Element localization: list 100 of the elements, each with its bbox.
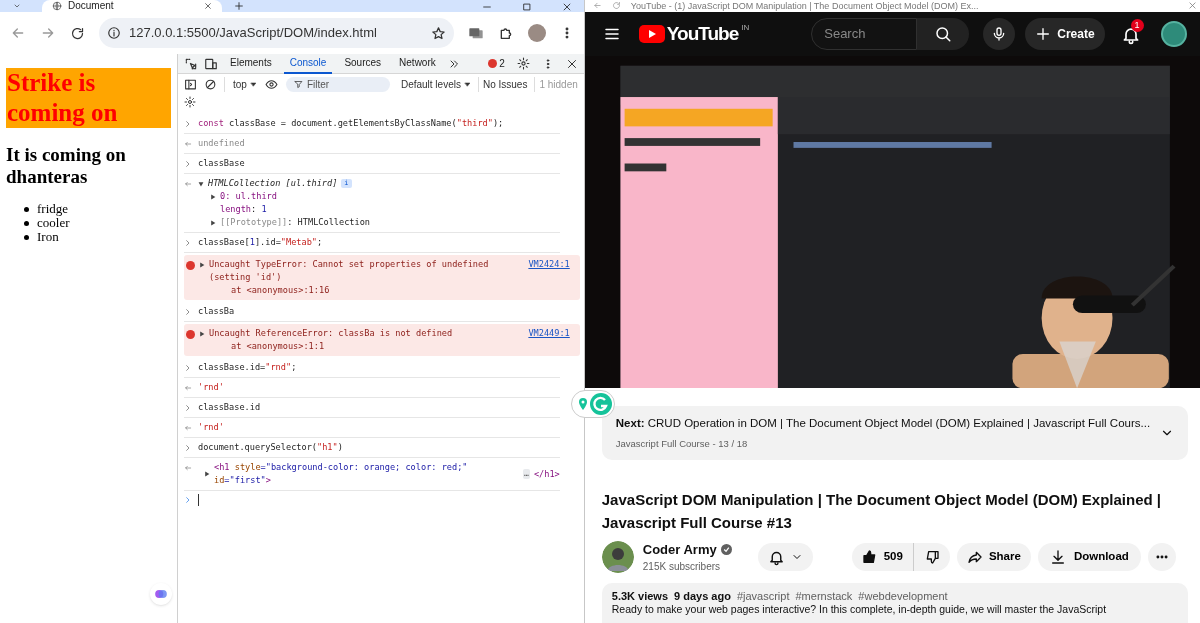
list-item: Iron [37, 230, 59, 244]
source-link[interactable]: VM2449:1 [528, 327, 570, 340]
plus-icon[interactable] [234, 1, 244, 11]
subscription-button[interactable] [757, 543, 813, 571]
tree-property: [[Prototype]]: HTMLCollection [220, 216, 371, 229]
tree-property: 0: ul.third [220, 190, 277, 203]
close-icon[interactable] [565, 57, 578, 70]
inspect-icon[interactable] [184, 56, 198, 71]
create-button[interactable]: Create [1025, 17, 1105, 50]
source-link[interactable]: VM2424:1 [528, 258, 570, 271]
download-icon [1049, 549, 1066, 565]
eye-icon[interactable] [263, 77, 279, 91]
error-message: Uncaught TypeError: Cannot set properties of undefined (setting 'id') [209, 259, 489, 282]
console-result: HTMLCollection [ul.third] [208, 177, 338, 190]
error-icon [186, 330, 195, 339]
browser-tab[interactable]: Document [42, 0, 222, 12]
devtools-tab[interactable]: Network [393, 53, 442, 74]
tree-property: length: 1 [220, 203, 267, 216]
grammarly-icon [589, 393, 612, 415]
view-count: 5.3K views [611, 589, 669, 603]
prompt-icon [184, 160, 192, 168]
media-icon[interactable] [467, 25, 484, 41]
account-avatar[interactable] [1161, 20, 1188, 47]
play-logo-icon[interactable] [638, 24, 665, 43]
levels-dropdown[interactable]: Default levels [400, 76, 471, 92]
devtools-tab[interactable]: Elements [224, 53, 278, 74]
youtube-logo[interactable]: YouTube [666, 21, 739, 46]
settings-icon[interactable] [516, 57, 530, 70]
result-arrow-icon [184, 180, 192, 188]
console-command-text: document.querySelector("h1") [198, 441, 343, 454]
error-counter[interactable]: 2 [488, 56, 505, 71]
channel-name[interactable]: Coder Army [642, 539, 717, 560]
reload-icon[interactable] [70, 25, 85, 41]
ellipsis-button[interactable]: … [523, 469, 530, 479]
bullet-icon [24, 234, 29, 240]
caret-icon [463, 80, 471, 88]
console-command-text: const classBase = document.getElementsByClassName("third"); [198, 117, 504, 130]
devtools-tab[interactable]: Console [283, 53, 333, 74]
channel-avatar[interactable] [601, 541, 634, 573]
hashtag-link[interactable]: #mernstack [795, 589, 853, 603]
device-icon[interactable] [204, 56, 218, 71]
error-message: Uncaught ReferenceError: classBa is not defined [209, 328, 453, 338]
more-button[interactable] [1147, 543, 1176, 571]
globe-icon [52, 1, 62, 11]
console-result: undefined [198, 137, 245, 150]
info-icon[interactable] [107, 26, 121, 40]
hashtag-link[interactable]: #javascript [736, 589, 790, 603]
download-button[interactable]: Download [1037, 543, 1141, 571]
hashtag-link[interactable]: #webdevelopment [858, 589, 948, 603]
profile-avatar[interactable] [527, 24, 546, 42]
expand-icon[interactable] [199, 262, 205, 268]
prompt-icon [184, 364, 192, 372]
clear-icon[interactable] [204, 77, 217, 91]
page-heading: Strike is coming on [6, 68, 171, 128]
expand-icon[interactable] [210, 193, 216, 200]
prompt-icon [184, 496, 192, 504]
closing-tag: </h1> [533, 467, 560, 481]
prompt-icon [184, 120, 192, 128]
close-icon[interactable] [204, 2, 212, 10]
sidebar-icon[interactable] [184, 77, 197, 91]
caret-icon [249, 80, 257, 88]
back-icon[interactable] [10, 25, 26, 41]
issues-label[interactable]: No Issues [477, 76, 528, 92]
expand-icon[interactable] [199, 331, 205, 337]
expand-icon[interactable] [210, 219, 216, 226]
video-description: Ready to make your web pages interactive? In this complete, in-depth guide, we will master the JavaScript [611, 603, 1108, 616]
close-icon[interactable] [561, 2, 572, 12]
console-result: 'rnd' [198, 421, 224, 434]
voice-search-button[interactable] [983, 17, 1016, 50]
devtools-tab[interactable]: Sources [338, 53, 388, 74]
collapse-icon[interactable] [198, 180, 204, 187]
star-icon[interactable] [430, 25, 446, 41]
console-command-text: classBa [198, 305, 235, 318]
list-item: cooler [37, 216, 70, 230]
prompt-icon [184, 308, 192, 316]
address-bar[interactable]: 127.0.0.1:5500/JavaScript/DOM/index.html [99, 18, 454, 48]
caret-icon[interactable] [12, 2, 22, 10]
maximize-icon[interactable] [521, 2, 532, 12]
description-card[interactable]: 5.3K views 9 days ago #javascript #mernstack #webdevelopment Ready to make your web pages interactive? In this complete, in-depth guide, we will master the JavaScript [601, 583, 1189, 623]
result-arrow-icon [184, 464, 192, 472]
location-pin-icon [577, 398, 588, 410]
upload-age: 9 days ago [674, 589, 731, 603]
console-result: 'rnd' [198, 381, 224, 394]
context-dropdown[interactable]: top [224, 76, 257, 92]
stack-trace: at <anonymous>:1:1 [230, 340, 326, 353]
share-button[interactable]: Share [956, 543, 1031, 571]
settings-icon[interactable] [184, 96, 196, 108]
result-arrow-icon [184, 140, 192, 148]
console-result: <h1 style="background-color: orange; color: red;" id="first"> [214, 461, 469, 487]
page-subheading: It is coming on dhanteras [6, 144, 127, 188]
console-command-text: classBase [198, 157, 245, 170]
filter-field[interactable]: Filter [285, 76, 390, 92]
subscriber-count: 215K subscribers [642, 560, 722, 575]
next-video-title: Next: CRUD Operation in DOM | The Document Object Model (DOM) Explained | Javascript Full Cours... [615, 416, 1151, 432]
forward-icon[interactable] [40, 25, 56, 41]
search-field[interactable]: Search [811, 17, 918, 50]
next-video-card[interactable]: Next: CRUD Operation in DOM | The Document Object Model (DOM) Explained | Javascript Full Cours... Javascript Full Course - 13 / 18 [601, 406, 1189, 460]
prompt-icon [184, 239, 192, 247]
search-button[interactable] [917, 17, 970, 50]
expand-icon[interactable] [204, 471, 210, 477]
